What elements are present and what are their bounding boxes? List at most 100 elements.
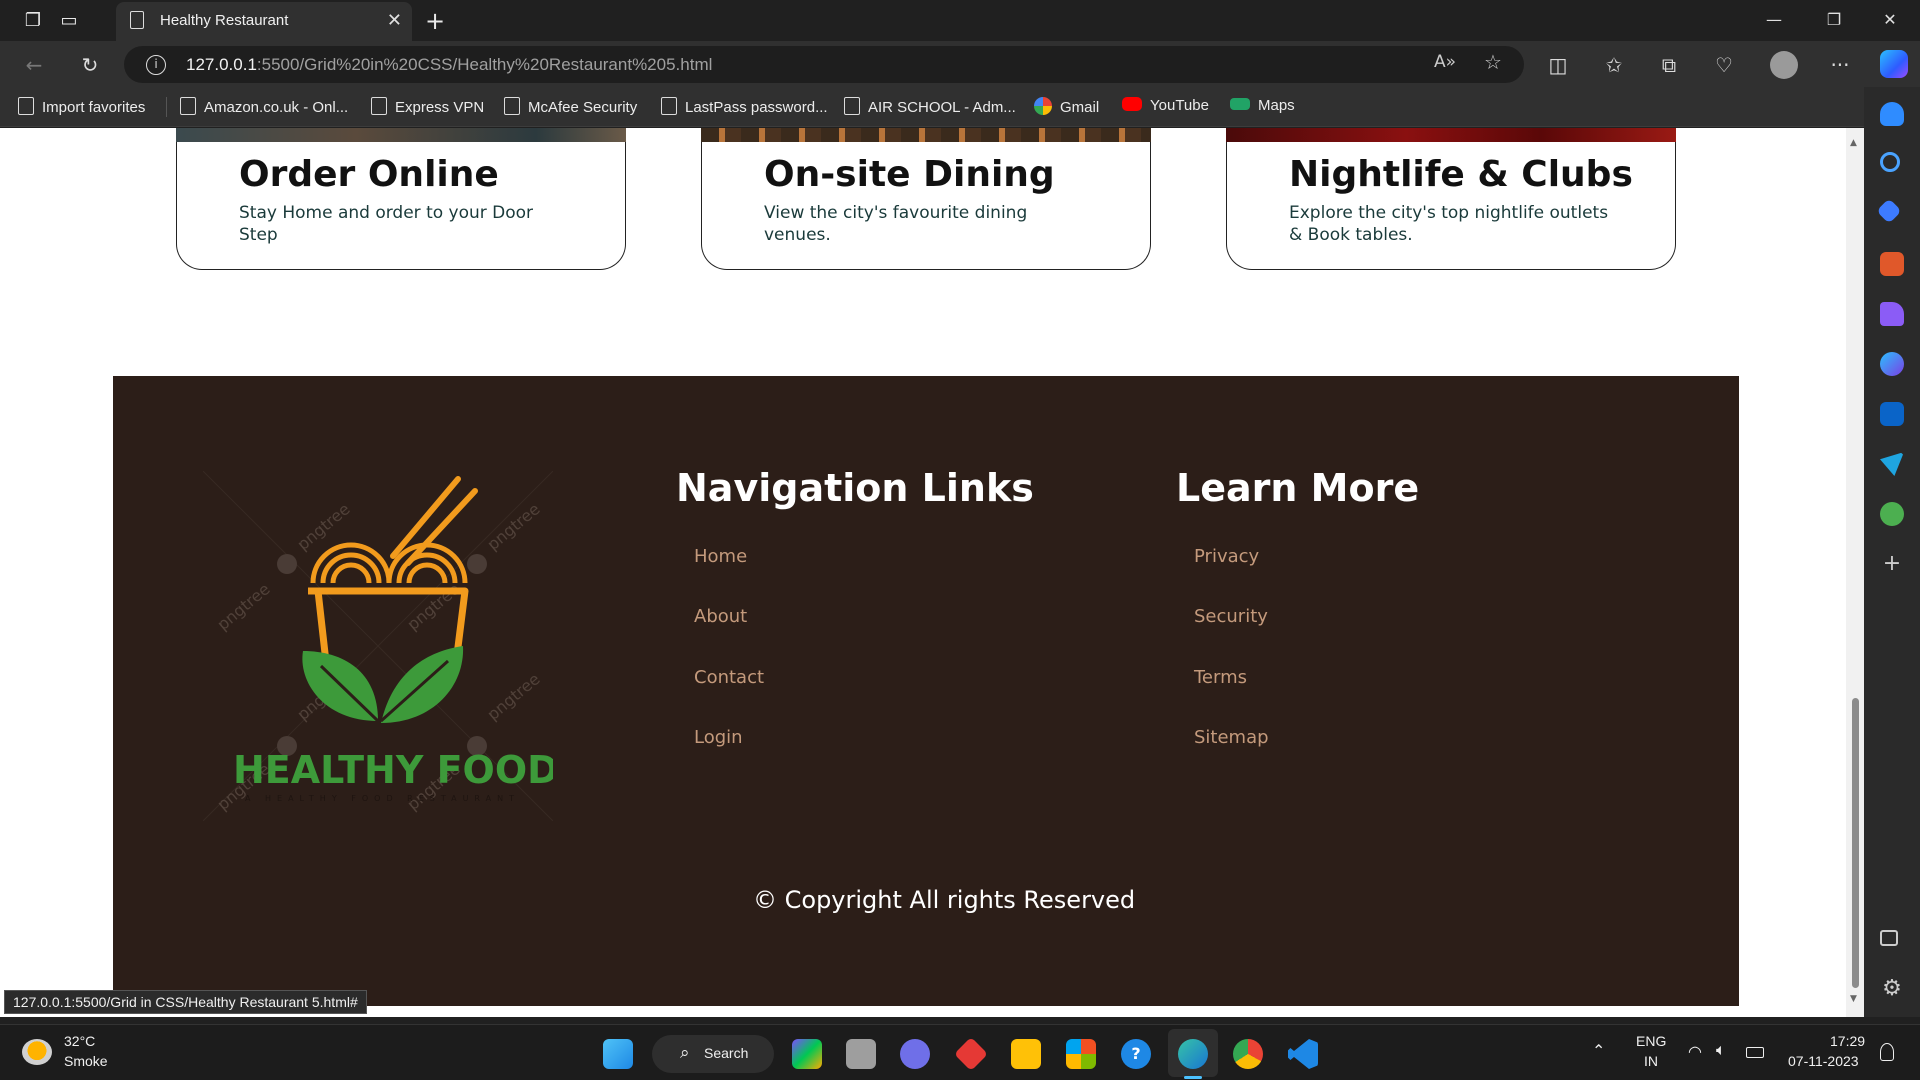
language-top[interactable]: ENG [1636,1033,1666,1049]
favorites-icon[interactable]: ✩ [1600,51,1628,79]
clock-date[interactable]: 07-11-2023 [1788,1053,1859,1069]
windows-taskbar: 32°C Smoke ⌕ Search ? ⌃ ENG IN ◠ 🔈︎ 17:2… [0,1024,1920,1080]
taskbar-search[interactable]: ⌕ Search [652,1035,774,1073]
back-icon[interactable]: ← [20,51,48,79]
status-link-preview: 127.0.0.1:5500/Grid in CSS/Healthy Resta… [4,990,367,1014]
search-label: Search [704,1045,749,1061]
tab-healthy-restaurant[interactable]: Healthy Restaurant ✕ [116,2,412,41]
collections-icon[interactable]: ⧉ [1655,51,1683,79]
card-order-online[interactable]: Order Online Stay Home and order to your… [176,128,626,270]
footer-link-sitemap[interactable]: Sitemap [1194,727,1269,748]
teams-chat-icon[interactable] [900,1039,930,1069]
read-aloud-icon[interactable]: A» [1434,52,1456,72]
add-sidebar-app-icon[interactable]: + [1880,552,1904,576]
footer-link-security[interactable]: Security [1194,606,1268,627]
page-icon [130,11,144,29]
battery-icon[interactable] [1746,1047,1764,1058]
card-text: Explore the city's top nightlife outlets… [1289,203,1609,245]
volume-icon[interactable]: 🔈︎ [1716,1042,1726,1060]
hide-sidebar-icon[interactable] [1880,930,1898,946]
nav-links-heading: Navigation Links [676,466,1034,510]
settings-gear-icon[interactable]: ⚙ [1880,977,1904,1001]
search-icon[interactable] [1880,152,1900,172]
windows-start-icon[interactable] [603,1039,633,1069]
tools-briefcase-icon[interactable] [1880,252,1904,276]
footer-link-about[interactable]: About [694,606,747,627]
anydesk-icon[interactable] [954,1037,988,1071]
favorite-air-school[interactable]: AIR SCHOOL - Adm... [844,97,1016,119]
split-screen-icon[interactable]: ◫ [1544,51,1572,79]
favorite-mcafee[interactable]: McAfee Security [504,97,637,119]
address-bar[interactable]: i 127.0.0.1:5500/Grid%20in%20CSS/Healthy… [124,46,1524,83]
microsoft-store-icon[interactable] [1066,1039,1096,1069]
minimize-icon[interactable]: — [1754,8,1794,32]
site-footer: pngtree pngtree pngtree pngtree pngtree … [113,376,1739,1006]
more-menu-icon[interactable]: ··· [1826,51,1854,79]
file-explorer-icon[interactable] [1011,1039,1041,1069]
card-nightlife-clubs[interactable]: Nightlife & Clubs Explore the city's top… [1226,128,1676,270]
favorite-gmail[interactable]: Gmail [1034,97,1099,119]
shopping-tag-icon[interactable] [1876,198,1902,224]
favorite-maps[interactable]: Maps [1230,97,1295,119]
chevron-up-icon[interactable]: ⌃ [1592,1041,1605,1061]
card-onsite-dining[interactable]: On-site Dining View the city's favourite… [701,128,1151,270]
clock-time[interactable]: 17:29 [1830,1033,1865,1049]
refresh-icon[interactable]: ↻ [76,51,104,79]
card-text: Stay Home and order to your Door Step [239,203,534,245]
footer-link-terms[interactable]: Terms [1194,667,1247,688]
close-window-icon[interactable]: ✕ [1870,8,1910,32]
scroll-up-icon[interactable]: ▲ [1850,138,1857,148]
drop-icon[interactable] [1880,502,1904,526]
wifi-icon[interactable]: ◠ [1688,1042,1702,1062]
watermark-text: pngtree [213,579,273,634]
telegram-send-icon[interactable] [1880,452,1904,476]
footer-link-login[interactable]: Login [694,727,743,748]
games-icon[interactable] [1880,302,1904,326]
new-tab-icon[interactable]: + [422,8,448,34]
card-title: On-site Dining [764,154,1055,195]
copilot-preview-icon[interactable] [792,1039,822,1069]
notification-bell-icon[interactable] [1880,1043,1894,1061]
scrollbar-thumb[interactable] [1852,698,1859,988]
favorite-import[interactable]: Import favorites [18,97,145,119]
url-text: 127.0.0.1:5500/Grid%20in%20CSS/Healthy%2… [186,55,713,74]
vscode-icon[interactable] [1288,1039,1318,1069]
footer-link-home[interactable]: Home [694,546,747,567]
edge-browser-icon[interactable] [1178,1039,1208,1069]
footer-link-contact[interactable]: Contact [694,667,764,688]
logo-tagline: A HEALTHY FOOD RESTAURANT [245,794,520,803]
help-icon[interactable]: ? [1121,1039,1151,1069]
maps-icon [1230,98,1250,110]
workspaces-icon[interactable]: ❐ [20,8,46,34]
weather-desc: Smoke [64,1053,108,1069]
tab-actions-icon[interactable]: ▭ [56,8,82,34]
google-icon [1034,97,1052,115]
favorite-expressvpn[interactable]: Express VPN [371,97,484,119]
footer-link-privacy[interactable]: Privacy [1194,546,1259,567]
language-bottom[interactable]: IN [1644,1053,1658,1069]
favorite-lastpass[interactable]: LastPass password... [661,97,828,119]
divider [166,97,167,117]
weather-sun-icon[interactable] [22,1039,52,1065]
healthy-food-logo: pngtree pngtree pngtree pngtree pngtree … [202,470,559,822]
copilot-icon[interactable] [1880,50,1908,78]
page-scrollbar[interactable]: ▲ ▼ [1846,128,1864,1017]
notifications-bell-icon[interactable] [1880,102,1904,126]
favorite-youtube[interactable]: YouTube [1122,97,1209,119]
profile-avatar-icon[interactable] [1770,51,1798,79]
task-view-icon[interactable] [846,1039,876,1069]
favorite-star-icon[interactable]: ☆ [1484,50,1502,74]
favorite-amazon[interactable]: Amazon.co.uk - Onl... [180,97,348,119]
site-info-icon[interactable]: i [146,55,166,75]
active-indicator [1184,1076,1202,1079]
address-row: ← ↻ i 127.0.0.1:5500/Grid%20in%20CSS/Hea… [0,41,1920,87]
chrome-icon[interactable] [1233,1039,1263,1069]
outlook-icon[interactable] [1880,402,1904,426]
copilot-sidebar-icon[interactable] [1880,352,1904,376]
scroll-down-icon[interactable]: ▼ [1850,994,1857,1004]
browser-essentials-icon[interactable]: ♡ [1710,51,1738,79]
restore-icon[interactable]: ❐ [1814,8,1854,32]
copyright-text: © Copyright All rights Reserved [753,886,1136,914]
close-tab-icon[interactable]: ✕ [387,10,402,31]
search-icon: ⌕ [680,1043,690,1063]
